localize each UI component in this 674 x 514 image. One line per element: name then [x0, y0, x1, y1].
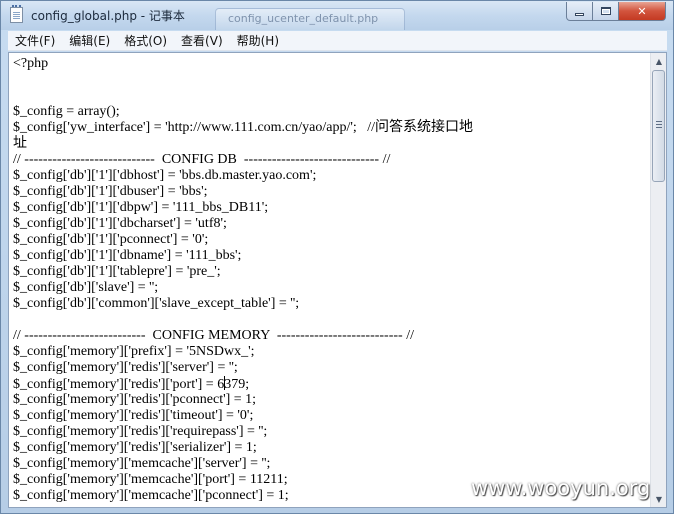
text-line[interactable]: $_config['memory']['redis']['serializer'…	[13, 440, 650, 456]
minimize-button[interactable]	[566, 2, 593, 21]
text-line[interactable]	[13, 312, 650, 328]
text-line[interactable]: $_config['yw_interface'] = 'http://www.1…	[13, 120, 650, 136]
triangle-up-icon: ▲	[655, 56, 663, 66]
menu-format[interactable]: 格式(O)	[117, 32, 174, 50]
maximize-button[interactable]	[593, 2, 619, 21]
text-line[interactable]: $_config['db']['slave'] = '';	[13, 280, 650, 296]
text-line[interactable]: <?php	[13, 56, 650, 72]
text-line[interactable]: 址	[13, 136, 650, 152]
text-line[interactable]: $_config['memory']['redis']['server'] = …	[13, 360, 650, 376]
grip-icon	[656, 121, 662, 128]
menu-bar: 文件(F) 编辑(E) 格式(O) 查看(V) 帮助(H)	[8, 31, 667, 51]
menu-help[interactable]: 帮助(H)	[230, 32, 286, 50]
notepad-window: config_ucenter_default.php config_global…	[0, 0, 674, 514]
text-line[interactable]: $_config['db']['1']['dbuser'] = 'bbs';	[13, 184, 650, 200]
close-button[interactable]: ✕	[619, 2, 666, 21]
text-line[interactable]: $_config['db']['1']['pconnect'] = '0';	[13, 232, 650, 248]
text-line[interactable]: // -------------------------- CONFIG MEM…	[13, 328, 650, 344]
text-caret	[224, 376, 226, 390]
scroll-up-button[interactable]: ▲	[651, 53, 666, 69]
text-line[interactable]	[13, 72, 650, 88]
text-line[interactable]: $_config['db']['common']['slave_except_t…	[13, 296, 650, 312]
triangle-down-icon: ▼	[655, 494, 663, 504]
close-icon: ✕	[637, 4, 647, 18]
maximize-icon	[600, 7, 611, 15]
scroll-thumb[interactable]	[652, 70, 665, 182]
text-line[interactable]: $_config['memory']['redis']['timeout'] =…	[13, 408, 650, 424]
menu-file[interactable]: 文件(F)	[8, 32, 62, 50]
vertical-scrollbar[interactable]: ▲ ▼	[650, 53, 666, 507]
text-line[interactable]	[13, 88, 650, 104]
editor-area[interactable]: <?php $_config = array(); $_config['yw_in…	[8, 52, 667, 508]
text-line[interactable]: $_config['memory']['memcache']['server']…	[13, 456, 650, 472]
text-line[interactable]: $_config = array();	[13, 104, 650, 120]
text-line[interactable]: $_config['db']['1']['tablepre'] = 'pre_'…	[13, 264, 650, 280]
menu-edit[interactable]: 编辑(E)	[62, 32, 117, 50]
text-content[interactable]: <?php $_config = array(); $_config['yw_in…	[9, 53, 650, 507]
menu-view[interactable]: 查看(V)	[174, 32, 230, 50]
text-line[interactable]: $_config['memory']['redis']['requirepass…	[13, 424, 650, 440]
scroll-down-button[interactable]: ▼	[651, 491, 666, 507]
notepad-icon[interactable]	[10, 5, 23, 23]
watermark: www.wooyun.org	[471, 476, 651, 500]
text-line[interactable]: $_config['memory']['redis']['pconnect'] …	[13, 392, 650, 408]
text-line[interactable]: $_config['memory']['redis']['port'] = 63…	[13, 376, 650, 392]
text-line[interactable]: $_config['memory']['prefix'] = '5NSDwx_'…	[13, 344, 650, 360]
text-line[interactable]: $_config['db']['1']['dbpw'] = '111_bbs_D…	[13, 200, 650, 216]
background-window-tab[interactable]: config_ucenter_default.php	[215, 8, 405, 30]
title-bar[interactable]: config_ucenter_default.php config_global…	[1, 1, 673, 30]
text-line[interactable]: $_config['db']['1']['dbname'] = '111_bbs…	[13, 248, 650, 264]
window-title: config_global.php - 记事本	[31, 9, 185, 23]
text-line[interactable]: $_config['db']['1']['dbcharset'] = 'utf8…	[13, 216, 650, 232]
minimize-icon	[575, 12, 584, 16]
text-line[interactable]: // ---------------------------- CONFIG D…	[13, 152, 650, 168]
text-line[interactable]: $_config['db']['1']['dbhost'] = 'bbs.db.…	[13, 168, 650, 184]
